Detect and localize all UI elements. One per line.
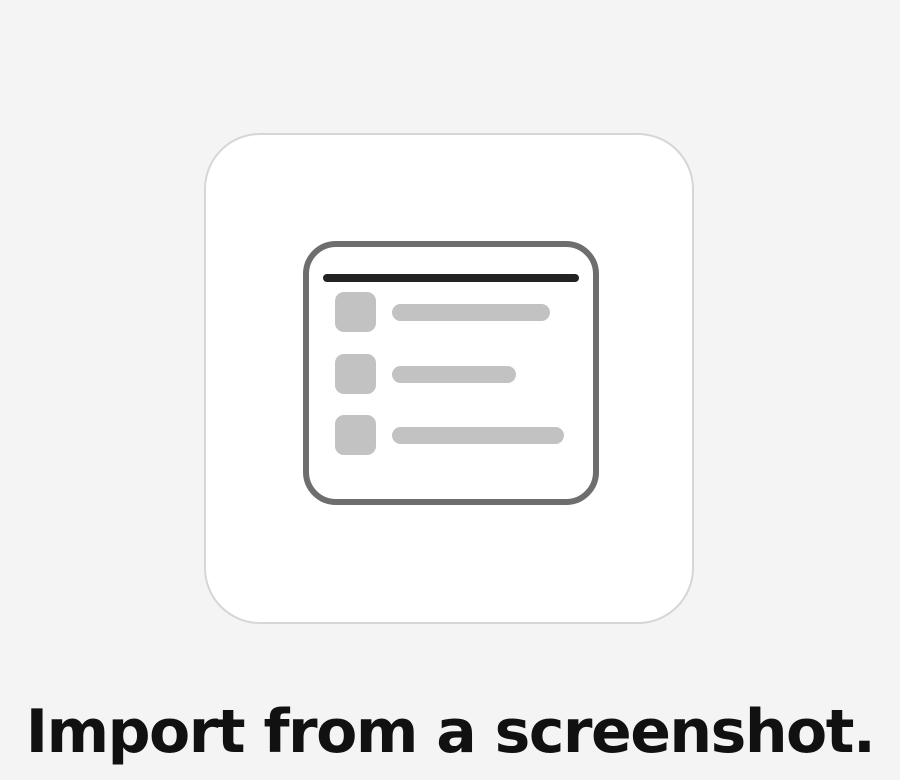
row-thumbnail-3 <box>335 415 376 455</box>
import-screenshot-card[interactable] <box>204 133 694 624</box>
window-title-bar <box>323 274 579 282</box>
row-text-bar-1 <box>392 304 550 321</box>
page-title: Import from a screenshot. <box>25 697 876 767</box>
row-thumbnail-2 <box>335 354 376 394</box>
row-text-bar-2 <box>392 366 516 383</box>
row-text-bar-3 <box>392 427 564 444</box>
screenshot-list-window-icon <box>303 241 599 505</box>
row-thumbnail-1 <box>335 292 376 332</box>
import-screen: Import from a screenshot. <box>0 0 900 780</box>
